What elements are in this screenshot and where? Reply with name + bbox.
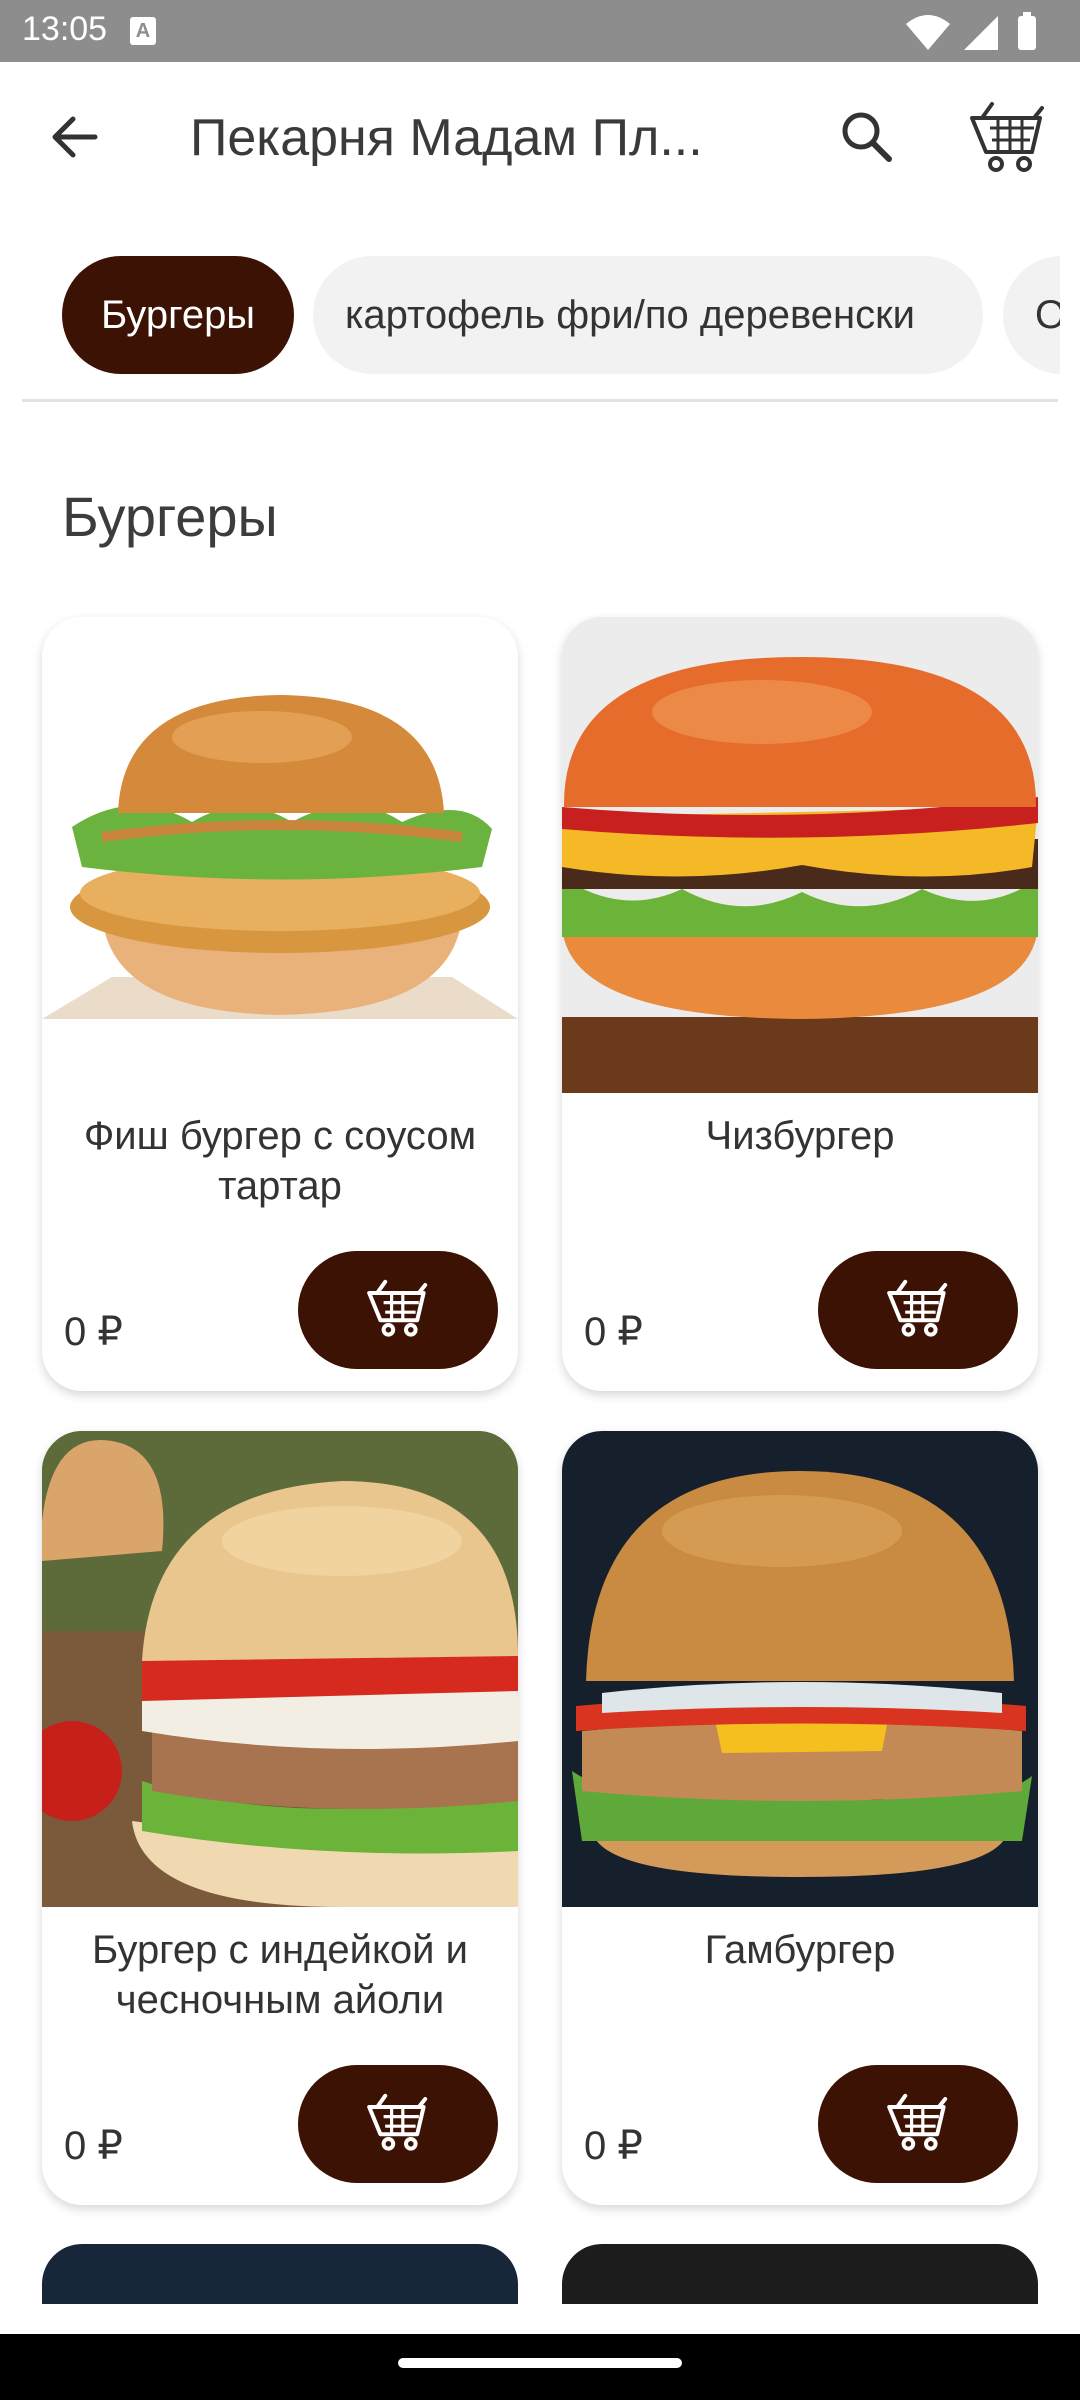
divider [22,399,1058,402]
home-indicator[interactable] [398,2358,682,2368]
arrow-back-icon[interactable] [40,102,110,172]
product-card[interactable] [562,2244,1038,2304]
product-name: Чизбургер [705,1114,895,1158]
notification-icon: A [130,17,156,45]
product-name: Бургер с индейкой и чесночным айоли [92,1928,468,2022]
section-title: Бургеры [62,485,278,548]
product-price: 0 ₽ [64,1310,123,1354]
tab-burgers[interactable]: Бургеры [62,256,294,374]
category-tabs: Бургеры картофель фри/по деревенски О [0,256,1060,374]
product-image [562,1431,1038,1907]
search-icon[interactable] [832,102,902,172]
add-to-cart-button[interactable] [298,1251,498,1369]
product-price: 0 ₽ [64,2124,123,2168]
product-name: Фиш бургер с соусом тартар [83,1114,477,1208]
tab-other[interactable]: О [1003,256,1060,374]
tab-fries[interactable]: картофель фри/по деревенски [313,256,983,374]
battery-icon [1018,16,1036,50]
add-to-cart-button[interactable] [818,2065,1018,2183]
status-icons [906,12,1036,50]
product-price: 0 ₽ [584,2124,643,2168]
app-bar: Пекарня Мадам Пл... [0,62,1080,212]
cart-icon [887,2093,948,2151]
status-bar: 13:05 A [0,0,1080,62]
add-to-cart-button[interactable] [298,2065,498,2183]
status-time: 13:05 [22,10,108,48]
signal-icon [964,16,998,50]
product-name: Гамбургер [704,1928,896,1972]
product-card[interactable]: Чизбургер 0 ₽ [562,617,1038,1391]
page-title: Пекарня Мадам Пл... [190,109,703,167]
product-image [562,617,1038,1093]
product-image [42,1431,518,1907]
product-image [42,617,518,1093]
product-card[interactable]: Фиш бургер с соусом тартар 0 ₽ [42,617,518,1391]
product-card[interactable]: Бургер с индейкой и чесночным айоли 0 ₽ [42,1431,518,2205]
cart-icon[interactable] [968,98,1048,178]
product-card[interactable]: Гамбургер 0 ₽ [562,1431,1038,2205]
cart-icon [367,1279,428,1337]
product-card[interactable] [42,2244,518,2304]
add-to-cart-button[interactable] [818,1251,1018,1369]
wifi-icon [906,15,950,50]
cart-icon [887,1279,948,1337]
product-price: 0 ₽ [584,1310,643,1354]
system-nav-bar [0,2334,1080,2400]
cart-icon [367,2093,428,2151]
